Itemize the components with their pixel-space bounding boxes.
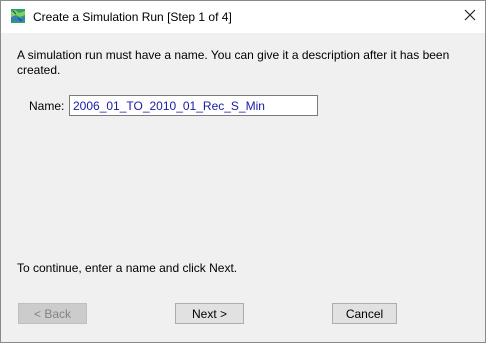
title-bar[interactable]: Create a Simulation Run [Step 1 of 4] [1, 1, 485, 33]
continue-hint: To continue, enter a name and click Next… [17, 261, 238, 275]
simulation-map-icon [11, 9, 25, 23]
next-button[interactable]: Next > [175, 303, 244, 324]
name-label: Name: [29, 99, 65, 113]
cancel-button[interactable]: Cancel [332, 303, 397, 324]
close-button[interactable] [456, 3, 484, 29]
instruction-text: A simulation run must have a name. You c… [17, 48, 450, 77]
back-button[interactable]: < Back [18, 303, 87, 324]
name-input[interactable] [69, 95, 318, 116]
close-icon [464, 9, 476, 24]
window-title: Create a Simulation Run [Step 1 of 4] [33, 10, 232, 24]
create-simulation-run-dialog: Create a Simulation Run [Step 1 of 4] A … [0, 0, 486, 343]
